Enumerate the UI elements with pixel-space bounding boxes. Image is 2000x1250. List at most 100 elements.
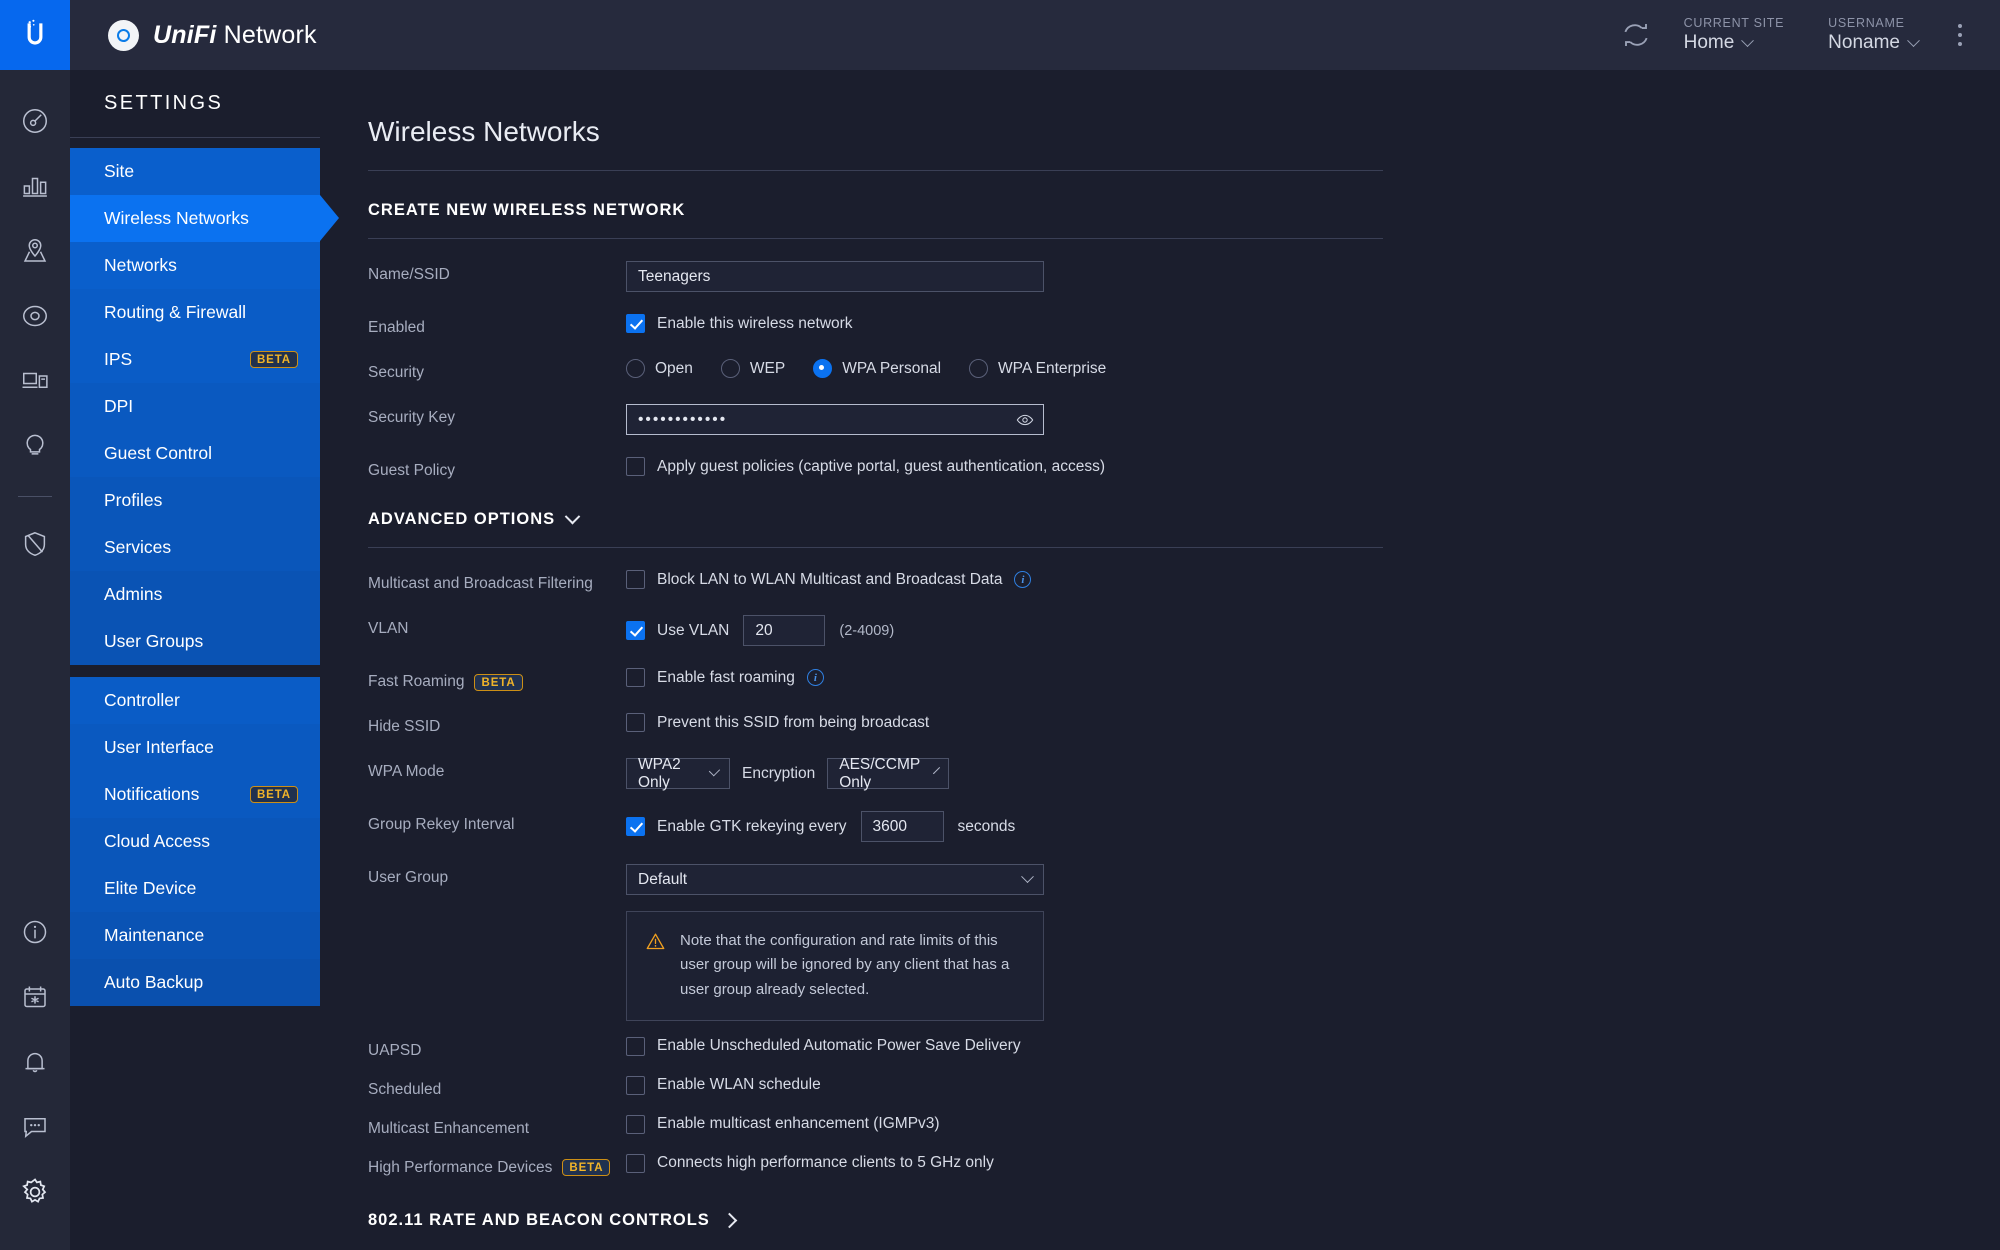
hide-ssid-checkbox-label: Prevent this SSID from being broadcast <box>657 713 930 731</box>
create-network-section-title: CREATE NEW WIRELESS NETWORK <box>368 201 686 219</box>
security-radio-wpa-personal[interactable] <box>813 359 833 378</box>
devices-icon[interactable] <box>12 293 58 339</box>
security-radio-wep[interactable] <box>720 359 740 378</box>
sidebar-item-label: Networks <box>104 255 177 275</box>
statistics-icon[interactable] <box>12 163 58 209</box>
advanced-options-divider <box>368 547 1383 548</box>
info-icon[interactable] <box>12 909 58 955</box>
sidebar-item-profiles[interactable]: Profiles <box>70 477 320 524</box>
warning-icon <box>645 931 666 1002</box>
threat-management-icon[interactable] <box>12 521 58 567</box>
high-performance-devices-control: Connects high performance clients to 5 G… <box>626 1153 2000 1173</box>
sidebar-item-auto-backup[interactable]: Auto Backup <box>70 959 320 1006</box>
sidebar-item-elite-device[interactable]: Elite Device <box>70 865 320 912</box>
sidebar-item-guest-control[interactable]: Guest Control <box>70 430 320 477</box>
fast-roaming-checkbox[interactable] <box>626 668 645 687</box>
username-selector[interactable]: USERNAME Noname <box>1806 16 1940 54</box>
security-key-wrapper <box>626 404 1044 435</box>
rate-beacon-section-title[interactable]: 802.11 RATE AND BEACON CONTROLS <box>368 1211 2000 1230</box>
uapsd-checkbox[interactable] <box>626 1036 645 1056</box>
wpa-mode-select[interactable]: WPA2 Only <box>626 756 730 791</box>
brand[interactable]: UniFi Network <box>70 0 317 70</box>
kebab-menu-icon[interactable] <box>1940 24 1980 46</box>
chat-icon[interactable] <box>12 1104 58 1150</box>
wlan-schedule-checkbox[interactable] <box>626 1075 645 1095</box>
gtk-rekey-checkbox[interactable] <box>626 817 645 836</box>
page-title-divider <box>368 170 1383 171</box>
chevron-down-icon <box>1021 870 1034 884</box>
security-radio-open[interactable] <box>626 359 645 378</box>
eye-icon[interactable] <box>1016 411 1034 434</box>
hide-ssid-checkbox[interactable] <box>626 713 645 732</box>
name-ssid-input[interactable] <box>626 261 1044 292</box>
advanced-options-section-title[interactable]: ADVANCED OPTIONS <box>368 508 2000 529</box>
sidebar-item-dpi[interactable]: DPI <box>70 383 320 430</box>
name-ssid-control <box>626 261 2000 292</box>
chevron-down-icon <box>1907 33 1920 47</box>
multicast-filtering-checkbox[interactable] <box>626 570 645 589</box>
sidebar-item-label: IPS <box>104 349 133 369</box>
sidebar-item-notifications[interactable]: Notifications BETA <box>70 771 320 818</box>
unifi-device-icon <box>108 19 139 51</box>
info-icon[interactable]: i <box>1014 571 1032 588</box>
sidebar-item-site[interactable]: Site <box>70 148 320 195</box>
dashboard-icon[interactable] <box>12 98 58 144</box>
user-group-control: Default Note that the configuration and … <box>626 864 2000 1021</box>
clients-icon[interactable] <box>12 358 58 404</box>
map-icon[interactable] <box>12 228 58 274</box>
row-hide-ssid: Hide SSID Prevent this SSID from being b… <box>368 713 2000 736</box>
row-scheduled: Scheduled Enable WLAN schedule <box>368 1075 2000 1099</box>
row-enabled: Enabled Enable this wireless network <box>368 314 2000 337</box>
sidebar-item-services[interactable]: Services <box>70 524 320 571</box>
guest-policy-checkbox[interactable] <box>626 457 645 476</box>
sidebar-item-admins[interactable]: Admins <box>70 571 320 618</box>
fast-roaming-checkbox-label: Enable fast roaming <box>657 668 795 686</box>
group-rekey-label: Group Rekey Interval <box>368 816 515 833</box>
enable-network-checkbox[interactable] <box>626 314 645 333</box>
sidebar-item-maintenance[interactable]: Maintenance <box>70 912 320 959</box>
fast-roaming-label: Fast Roaming BETA <box>368 668 626 691</box>
user-group-value: Default <box>638 870 688 888</box>
vlan-id-input[interactable] <box>743 615 826 646</box>
vlan-range-hint: (2-4009) <box>839 622 895 639</box>
sidebar-item-user-interface[interactable]: User Interface <box>70 724 320 771</box>
sidebar-item-ips[interactable]: IPS BETA <box>70 336 320 383</box>
sidebar-item-cloud-access[interactable]: Cloud Access <box>70 818 320 865</box>
security-radio-wpa-enterprise[interactable] <box>969 359 989 378</box>
events-icon[interactable] <box>12 974 58 1020</box>
security-key-control <box>626 404 2000 435</box>
insights-icon[interactable] <box>12 423 58 469</box>
security-key-input[interactable] <box>626 404 1044 435</box>
gtk-rekey-interval-input[interactable] <box>860 811 944 842</box>
vlan-control: Use VLAN (2-4009) <box>626 615 2000 646</box>
sidebar-item-label: Admins <box>104 584 163 604</box>
sidebar-item-controller[interactable]: Controller <box>70 677 320 724</box>
multicast-enhancement-checkbox-label: Enable multicast enhancement (IGMPv3) <box>657 1115 940 1133</box>
multicast-enhancement-checkbox[interactable] <box>626 1114 645 1134</box>
scheduled-label: Scheduled <box>368 1080 442 1098</box>
current-site-selector[interactable]: CURRENT SITE Home <box>1662 16 1807 54</box>
sidebar-item-label: Auto Backup <box>104 972 204 992</box>
high-performance-devices-checkbox[interactable] <box>626 1153 645 1173</box>
sidebar-item-routing-firewall[interactable]: Routing & Firewall <box>70 289 320 336</box>
settings-gear-icon[interactable] <box>12 1169 58 1215</box>
encryption-select[interactable]: AES/CCMP Only <box>827 756 950 791</box>
multicast-filtering-control: Block LAN to WLAN Multicast and Broadcas… <box>626 570 2000 589</box>
page-title: Wireless Networks <box>368 116 600 147</box>
guest-policy-label: Guest Policy <box>368 462 456 479</box>
current-site-value: Home <box>1684 32 1785 54</box>
group-rekey-control: Enable GTK rekeying every seconds <box>626 811 2000 842</box>
sidebar-item-wireless-networks[interactable]: Wireless Networks <box>70 195 339 242</box>
info-icon[interactable]: i <box>806 669 824 686</box>
row-fast-roaming: Fast Roaming BETA Enable fast roaming i <box>368 668 2000 691</box>
sidebar-item-label: Site <box>104 161 135 181</box>
alerts-icon[interactable] <box>12 1039 58 1085</box>
row-user-group: User Group Default Note that the configu… <box>368 864 2000 1021</box>
sidebar-item-user-groups[interactable]: User Groups <box>70 618 320 665</box>
uapsd-checkbox-label: Enable Unscheduled Automatic Power Save … <box>657 1037 1021 1055</box>
ubiquiti-logo[interactable] <box>0 0 70 70</box>
user-group-select[interactable]: Default <box>626 864 1044 895</box>
refresh-icon[interactable] <box>1610 20 1662 50</box>
sidebar-item-networks[interactable]: Networks <box>70 242 320 289</box>
use-vlan-checkbox[interactable] <box>626 621 645 640</box>
